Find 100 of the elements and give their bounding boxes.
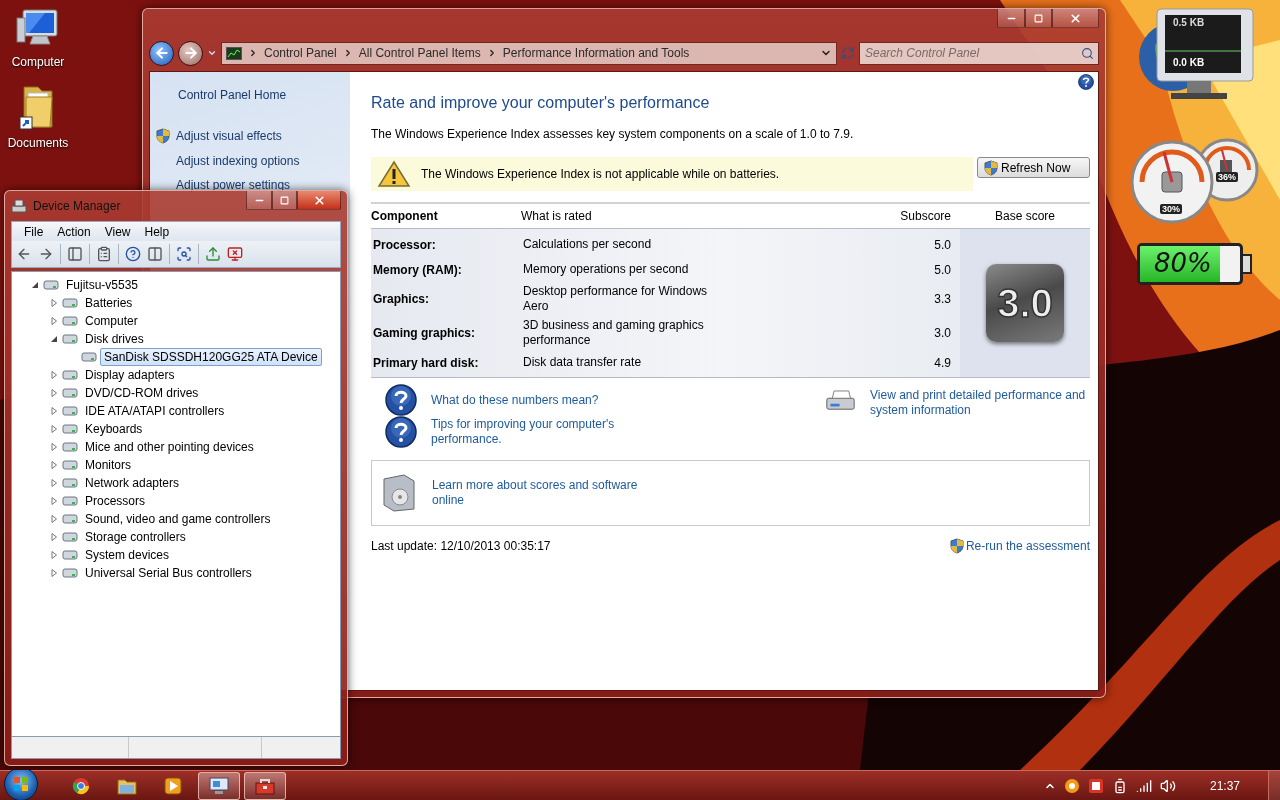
tree-item[interactable]: Computer — [81, 312, 142, 330]
address-bar[interactable]: Control Panel All Control Panel Items Performance Information and Tools — [221, 41, 837, 65]
close-icon — [1069, 11, 1082, 25]
base-score: 3.0 — [986, 264, 1064, 342]
menu-item[interactable]: Help — [138, 224, 176, 239]
tree-item[interactable]: SanDisk SDSSDH120GG25 ATA Device — [100, 348, 322, 366]
menu-item[interactable]: File — [18, 224, 50, 239]
menu-item[interactable]: Action — [51, 224, 97, 239]
tree-item[interactable]: Monitors — [81, 456, 135, 474]
tree-item[interactable]: Display adapters — [81, 366, 179, 384]
help-link[interactable]: Tips for improving your computer's performance. — [431, 417, 636, 447]
taskbar-button[interactable] — [198, 771, 240, 800]
back-button[interactable] — [149, 40, 174, 66]
collapsed-arrow-icon[interactable] — [50, 371, 58, 379]
minimize-button[interactable] — [997, 9, 1025, 28]
menu-item[interactable]: View — [98, 224, 137, 239]
warning-icon — [377, 160, 411, 188]
tree-item[interactable]: Mice and other pointing devices — [81, 438, 258, 456]
breadcrumb-item[interactable]: Performance Information and Tools — [502, 46, 690, 60]
history-dropdown-icon[interactable] — [207, 48, 217, 58]
help-icon[interactable] — [125, 246, 141, 262]
sidebar-link[interactable]: Adjust indexing options — [156, 154, 350, 168]
close-button[interactable] — [297, 191, 341, 210]
device-icon — [62, 368, 78, 382]
help-icon — [385, 384, 417, 416]
tree-item[interactable]: IDE ATA/ATAPI controllers — [81, 402, 229, 420]
close-icon — [312, 193, 326, 207]
collapsed-arrow-icon[interactable] — [50, 461, 58, 469]
expanded-arrow-icon[interactable] — [31, 281, 39, 289]
uninstall-icon[interactable] — [227, 246, 243, 262]
maximize-button[interactable] — [1025, 9, 1052, 28]
upload-reading: 0.5 KB — [1173, 17, 1205, 28]
close-button[interactable] — [1052, 9, 1099, 28]
table-cell-text: 3D business and gaming graphics performance — [523, 318, 705, 348]
tree-item[interactable]: System devices — [81, 546, 174, 564]
breadcrumb-item[interactable]: Control Panel — [264, 46, 337, 60]
refresh-now-button[interactable]: Refresh Now — [977, 157, 1090, 178]
tree-item[interactable]: Sound, video and game controllers — [81, 510, 275, 528]
tree-item[interactable]: Storage controllers — [81, 528, 190, 546]
square-app-icon[interactable] — [1087, 777, 1104, 794]
back-icon[interactable] — [16, 246, 32, 262]
forward-button[interactable] — [178, 40, 203, 66]
tree-item[interactable]: Batteries — [81, 294, 137, 312]
tree-item[interactable]: Processors — [81, 492, 150, 510]
tree-item[interactable]: Fujitsu-v5535 — [62, 276, 143, 294]
sidebar-link[interactable]: Adjust power settings — [156, 178, 350, 192]
tree-item[interactable]: Keyboards — [81, 420, 147, 438]
scan-icon[interactable] — [176, 246, 192, 262]
tree-item[interactable]: Disk drives — [81, 330, 148, 348]
device-icon — [62, 512, 78, 526]
help-link[interactable]: What do these numbers mean? — [431, 392, 599, 408]
minimize-button[interactable] — [246, 191, 272, 210]
collapsed-arrow-icon[interactable] — [50, 569, 58, 577]
collapsed-arrow-icon[interactable] — [50, 479, 58, 487]
device-icon — [43, 278, 59, 292]
maximize-button[interactable] — [272, 191, 297, 210]
breadcrumb-item[interactable]: All Control Panel Items — [358, 46, 481, 60]
clock[interactable]: 21:37 — [1209, 778, 1240, 793]
table-cell-text: 3.0 — [933, 326, 952, 340]
sidebar-link[interactable]: Control Panel Home — [156, 88, 350, 102]
tree-item[interactable]: Universal Serial Bus controllers — [81, 564, 256, 582]
table-cell-text: Primary hard disk: — [373, 355, 480, 370]
desktop-icon-label[interactable]: Computer — [11, 55, 65, 69]
battery-reading: 80% — [1154, 248, 1212, 278]
device-icon — [62, 476, 78, 490]
columns-icon[interactable] — [147, 246, 163, 262]
collapsed-arrow-icon[interactable] — [50, 533, 58, 541]
forward-icon[interactable] — [38, 246, 54, 262]
panel-icon[interactable] — [67, 246, 83, 262]
collapsed-arrow-icon[interactable] — [50, 407, 58, 415]
desktop-icon-label[interactable]: Documents — [7, 136, 69, 150]
collapsed-arrow-icon[interactable] — [50, 299, 58, 307]
column-header: Base score — [994, 209, 1056, 223]
update-icon[interactable] — [205, 246, 221, 262]
print-link[interactable]: View and print detailed performance and system information — [870, 388, 1090, 418]
sidebar-link[interactable]: Adjust visual effects — [156, 128, 350, 144]
breadcrumb-separator-icon[interactable] — [248, 48, 258, 58]
tree-item[interactable]: Network adapters — [81, 474, 184, 492]
expanded-arrow-icon[interactable] — [50, 335, 58, 343]
device-icon — [62, 386, 78, 400]
signal-icon[interactable] — [1135, 777, 1152, 794]
rerun-assessment-link[interactable]: Re-run the assessment — [949, 538, 1090, 554]
collapsed-arrow-icon[interactable] — [50, 515, 58, 523]
device-icon — [62, 530, 78, 544]
collapsed-arrow-icon[interactable] — [50, 389, 58, 397]
device-icon — [62, 440, 78, 454]
taskbar-button[interactable] — [244, 771, 286, 800]
tree-item[interactable]: DVD/CD-ROM drives — [81, 384, 203, 402]
collapsed-arrow-icon[interactable] — [50, 425, 58, 433]
learn-more-link[interactable]: Learn more about scores and software online — [432, 478, 642, 508]
collapsed-arrow-icon[interactable] — [50, 497, 58, 505]
show-desktop-button[interactable] — [1268, 770, 1280, 800]
ring-icon[interactable] — [1063, 777, 1080, 794]
collapsed-arrow-icon[interactable] — [50, 551, 58, 559]
volume-icon[interactable] — [1159, 777, 1176, 794]
search-field[interactable]: Search Control Panel — [859, 41, 1099, 65]
properties-icon[interactable] — [96, 246, 112, 262]
collapsed-arrow-icon[interactable] — [50, 317, 58, 325]
search-icon[interactable] — [1081, 46, 1094, 60]
collapsed-arrow-icon[interactable] — [50, 443, 58, 451]
